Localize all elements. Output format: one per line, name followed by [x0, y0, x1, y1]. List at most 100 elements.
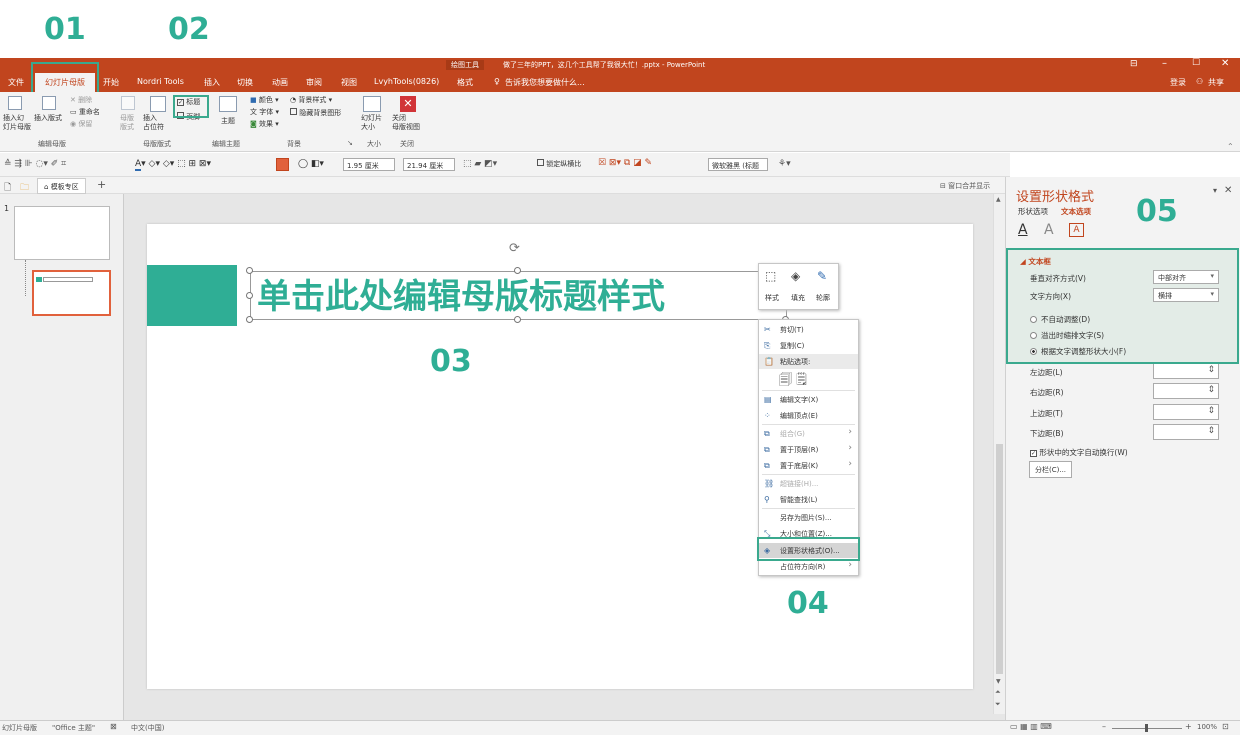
collapse-ribbon-icon[interactable]: ⌃ [1227, 142, 1234, 151]
tab-shape-options[interactable]: 形状选项 [1018, 206, 1048, 217]
height-field[interactable]: 21.94 厘米 [403, 158, 455, 171]
insert-master-button[interactable]: 插入幻 灯片母版 [3, 114, 31, 132]
arrange-icon[interactable]: ⬚ ▰ ◩▾ [463, 159, 497, 169]
zoom-slider-thumb[interactable] [1145, 724, 1148, 732]
menu-item-send-to-back[interactable]: ⧉ 置于底层(K) [759, 458, 858, 473]
rotate-handle-icon[interactable]: ⟳ [509, 241, 520, 256]
fonts-button[interactable]: 文 字体 ▾ [250, 108, 279, 117]
preserve-button[interactable]: ◉ 保留 [70, 120, 92, 129]
tab-file[interactable]: 文件 [8, 77, 24, 88]
pane-options-icon[interactable]: ▾ [1213, 186, 1217, 195]
background-dialog-launcher-icon[interactable]: ↘ [347, 139, 353, 147]
themes-button[interactable]: 主题 [221, 117, 235, 126]
tab-home[interactable]: 开始 [103, 77, 119, 88]
merge-windows-button[interactable]: ⊟ 窗口合并显示 [940, 181, 990, 191]
status-language[interactable]: 中文(中国) [131, 723, 164, 733]
menu-item-save-as-picture[interactable]: 另存为图片(S)... [759, 510, 858, 525]
tab-transitions[interactable]: 切换 [237, 77, 253, 88]
margin-bottom-input[interactable] [1153, 424, 1219, 440]
outline-button[interactable]: 轮廓 [816, 293, 830, 303]
title-placeholder[interactable]: 单击此处编辑母版标题样式 [250, 271, 787, 320]
menu-item-bring-to-front[interactable]: ⧉ 置于顶层(R) [759, 442, 858, 457]
vertical-scrollbar[interactable]: ▲ ▼ ⏶ ⏷ [993, 194, 1005, 714]
menu-item-cut[interactable]: ✂ 剪切(T) [759, 322, 858, 337]
share-button[interactable]: 共享 [1208, 77, 1224, 88]
slide-size-button[interactable]: 幻灯片 大小 [361, 114, 382, 132]
menu-item-smart-lookup[interactable]: ⚲ 智能查找(L) [759, 492, 858, 507]
zoom-level[interactable]: 100% [1197, 723, 1217, 731]
zoom-out-icon[interactable]: – [1102, 722, 1106, 731]
menu-item-placeholder-direction[interactable]: 占位符方向(R) [759, 559, 858, 574]
scroll-up-icon[interactable]: ▲ [996, 196, 1001, 203]
menu-item-edit-text[interactable]: ▤ 编辑文字(X) [759, 392, 858, 407]
margin-top-input[interactable] [1153, 404, 1219, 420]
align-icon[interactable]: ≙ ⇶ ⊪ ◌▾ ✐ ⌗ [4, 159, 66, 169]
view-buttons-icon[interactable]: ▭ ▦ ▥ ⌨ [1010, 722, 1052, 731]
font-select[interactable]: 微软雅黑 (标题 [708, 158, 768, 171]
rename-button[interactable]: ▭ 重命名 [70, 108, 100, 117]
margin-left-input[interactable] [1153, 363, 1219, 379]
fill-color-icon[interactable] [276, 158, 289, 171]
font-color-icon[interactable]: A▾ ◇▾ ◇▾ ⬚ ⊞ ⊠▾ [135, 159, 211, 171]
add-tab-icon[interactable]: + [97, 178, 106, 191]
spellcheck-icon[interactable]: ⊠ [110, 722, 117, 731]
scroll-thumb[interactable] [996, 444, 1003, 674]
columns-button[interactable]: 分栏(C)... [1029, 461, 1073, 478]
share-icon[interactable]: ⚇ [1196, 77, 1203, 86]
hide-bg-checkbox[interactable]: 隐藏背景图形 [290, 108, 341, 118]
prev-slide-icon[interactable]: ⏶ [995, 688, 1001, 697]
resize-handle[interactable] [246, 267, 253, 274]
colors-button[interactable]: ■ 颜色 ▾ [250, 96, 279, 105]
master-layout-button[interactable]: 母版 版式 [120, 114, 134, 132]
maximize-icon[interactable]: ☐ [1192, 58, 1200, 68]
tab-view[interactable]: 视图 [341, 77, 357, 88]
more-tools-icon[interactable]: ⚘▾ [778, 159, 791, 169]
resize-handle[interactable] [514, 316, 521, 323]
outline-icon[interactable]: ✎ [817, 269, 827, 283]
fill-icon[interactable]: ◈ [791, 269, 800, 283]
layout-thumbnail[interactable] [32, 270, 111, 316]
ribbon-display-icon[interactable]: ⊟ [1130, 59, 1138, 69]
login-link[interactable]: 登录 [1170, 77, 1186, 88]
tab-nordri-tools[interactable]: Nordri Tools [137, 77, 184, 86]
insert-placeholder-button[interactable]: 插入 占位符 [143, 114, 164, 132]
menu-item-group[interactable]: ⧉ 组合(G) [759, 426, 858, 441]
menu-item-edit-points[interactable]: ⁘ 编辑顶点(E) [759, 408, 858, 423]
textbox-icon[interactable]: A [1069, 223, 1084, 237]
tab-templates[interactable]: ⌂ 模板专区 [37, 178, 86, 194]
resize-handle[interactable] [246, 292, 253, 299]
tell-me-input[interactable]: 告诉我您想要做什么... [505, 77, 585, 88]
tab-text-options[interactable]: 文本选项 [1061, 206, 1091, 217]
tab-lvyhtools[interactable]: LvyhTools(0826) [374, 77, 439, 86]
lock-ratio-checkbox[interactable]: 锁定纵横比 [537, 159, 581, 169]
text-effects-icon[interactable]: A [1044, 222, 1054, 238]
close-icon[interactable]: ✕ [1221, 58, 1229, 69]
close-master-button[interactable]: 关闭 母版视图 [392, 114, 420, 132]
menu-item-copy[interactable]: ⎘ 复制(C) [759, 338, 858, 353]
style-icon[interactable]: ⬚ [765, 269, 776, 283]
zoom-in-icon[interactable]: + [1185, 722, 1192, 731]
tab-review[interactable]: 审阅 [306, 77, 322, 88]
fit-slide-icon[interactable]: ⊡ [1222, 722, 1229, 731]
insert-layout-button[interactable]: 插入版式 [34, 114, 62, 123]
menu-item-hyperlink[interactable]: ⛓ 超链接(H)... [759, 476, 858, 491]
slide-thumbnails-pane[interactable]: 1 [0, 194, 124, 720]
effects-button[interactable]: ◙ 效果 ▾ [250, 120, 279, 129]
wrap-checkbox[interactable]: ✓ 形状中的文字自动换行(W) [1030, 447, 1128, 458]
tab-format[interactable]: 格式 [457, 77, 473, 88]
shape-outline-icon[interactable]: ◯ ◧▾ [298, 159, 324, 169]
delete-button[interactable]: ✕ 删除 [70, 96, 92, 105]
title-placeholder-text[interactable]: 单击此处编辑母版标题样式 [257, 277, 665, 317]
resize-handle[interactable] [514, 267, 521, 274]
master-thumbnail[interactable] [14, 206, 110, 260]
style-button[interactable]: 样式 [765, 293, 779, 303]
width-field[interactable]: 1.95 厘米 [343, 158, 395, 171]
text-fill-icon[interactable]: A [1018, 222, 1028, 238]
margin-right-input[interactable] [1153, 383, 1219, 399]
next-slide-icon[interactable]: ⏷ [995, 700, 1001, 709]
minimize-icon[interactable]: – [1162, 58, 1167, 69]
bg-styles-button[interactable]: ◔ 背景样式 ▾ [290, 96, 332, 105]
pane-close-icon[interactable]: ✕ [1224, 185, 1232, 196]
tab-insert[interactable]: 插入 [204, 77, 220, 88]
resize-handle[interactable] [246, 316, 253, 323]
